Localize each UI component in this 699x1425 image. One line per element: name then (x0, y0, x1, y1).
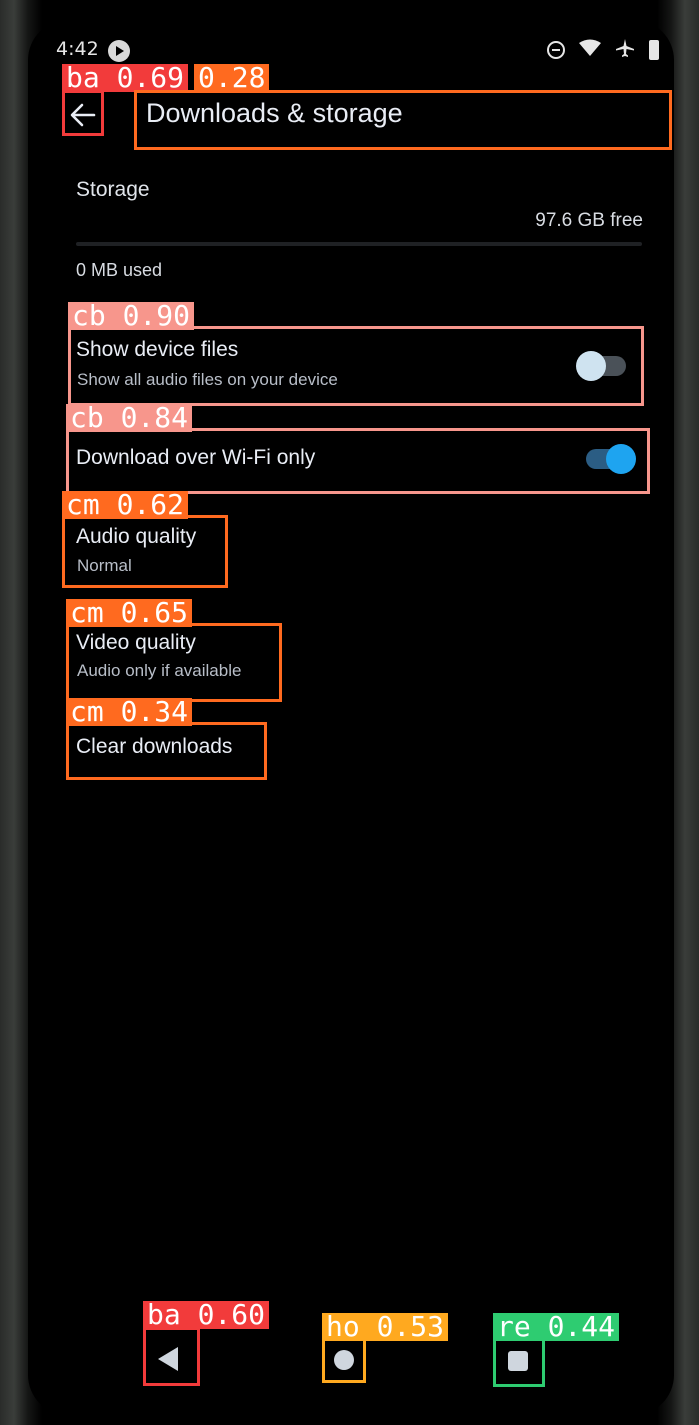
detection-box-back (62, 90, 104, 136)
detection-label: cm 0.34 (66, 698, 193, 726)
do-not-disturb-icon (547, 41, 565, 59)
detection-label: 0.28 (194, 64, 270, 92)
detection-label: ba 0.60 (143, 1301, 270, 1329)
detection-label: ba 0.69 (62, 64, 189, 92)
storage-section-label: Storage (76, 178, 150, 201)
storage-usage-bar (76, 242, 642, 246)
detection-box-wifi-only (66, 428, 650, 494)
media-playing-icon (108, 40, 130, 62)
detection-box-video-quality (66, 623, 282, 702)
detection-box-clear-downloads (66, 722, 267, 780)
detection-label: cb 0.90 (68, 302, 195, 330)
battery-icon (649, 40, 659, 60)
detection-label: cb 0.84 (66, 404, 193, 432)
status-time: 4:42 (56, 38, 99, 60)
status-icons (547, 38, 659, 62)
detection-box-nav-recents (493, 1337, 545, 1387)
detection-label: cm 0.65 (66, 599, 193, 627)
detection-box-title (134, 90, 672, 150)
wifi-icon (579, 39, 601, 61)
detection-box-audio-quality (62, 515, 228, 588)
detection-label: ho 0.53 (322, 1313, 449, 1341)
free-space-label: 97.6 GB free (535, 210, 643, 231)
airplane-icon (615, 38, 635, 62)
detection-box-show-device-files (68, 326, 644, 406)
detection-label: cm 0.62 (62, 491, 189, 519)
detection-box-nav-back (143, 1327, 200, 1386)
detection-label: re 0.44 (493, 1313, 620, 1341)
detection-box-nav-home (322, 1337, 366, 1383)
used-space-label: 0 MB used (76, 260, 163, 280)
